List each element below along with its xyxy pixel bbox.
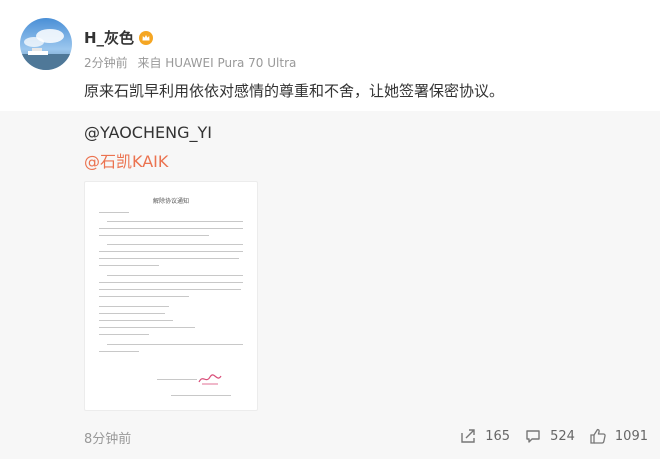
repost-card: @YAOCHENG_YI @石凯KAIK 解除协议通知 8分钟前 165 524…: [0, 111, 660, 459]
doc-line: [107, 275, 243, 276]
doc-line: [99, 320, 173, 321]
doc-line: [107, 221, 243, 222]
signature-mark: [198, 374, 222, 385]
doc-line: [157, 379, 197, 380]
doc-line: [99, 235, 209, 236]
post-text: 原来石凯早利用依依对感情的尊重和不舍，让她签署保密协议。: [84, 82, 505, 100]
repost-mention[interactable]: @石凯KAIK: [84, 148, 168, 172]
post-meta: 2分钟前 来自 HUAWEI Pura 70 Ultra: [84, 54, 302, 71]
doc-line: [99, 327, 195, 328]
doc-line: [99, 296, 189, 297]
action-bar: 165 524 1091: [459, 421, 660, 451]
post-time[interactable]: 2分钟前: [84, 56, 128, 70]
doc-line: [99, 313, 165, 314]
post-header: H_灰色 2分钟前 来自 HUAWEI Pura 70 Ultra 原来石凯早利…: [0, 0, 660, 111]
doc-line: [99, 334, 149, 335]
username-text[interactable]: H_灰色: [84, 27, 134, 48]
doc-line: [107, 244, 243, 245]
username[interactable]: H_灰色: [84, 27, 154, 48]
avatar[interactable]: [20, 18, 72, 70]
post-source: 来自 HUAWEI Pura 70 Ultra: [137, 56, 297, 70]
doc-line: [99, 228, 243, 229]
doc-line: [99, 289, 241, 290]
repost-author[interactable]: @YAOCHENG_YI: [84, 123, 212, 142]
share-button[interactable]: 165: [459, 427, 510, 445]
doc-line: [99, 212, 129, 213]
comment-button[interactable]: 524: [524, 427, 575, 445]
vip-crown-icon: [139, 30, 154, 45]
document-title: 解除协议通知: [152, 198, 189, 205]
doc-line: [99, 258, 239, 259]
doc-line: [107, 344, 243, 345]
like-icon: [590, 428, 606, 444]
doc-line: [99, 306, 169, 307]
comment-icon: [526, 430, 540, 443]
comment-count: 524: [550, 428, 575, 444]
doc-line: [171, 395, 231, 396]
doc-line: [99, 251, 243, 252]
like-count: 1091: [614, 428, 648, 444]
repost-time[interactable]: 8分钟前: [84, 428, 131, 447]
doc-line: [99, 282, 243, 283]
share-icon: [461, 429, 475, 443]
doc-line: [99, 265, 159, 266]
document-image[interactable]: 解除协议通知: [84, 181, 258, 411]
share-count: 165: [485, 428, 511, 444]
like-button[interactable]: 1091: [589, 427, 648, 445]
doc-line: [99, 351, 139, 352]
